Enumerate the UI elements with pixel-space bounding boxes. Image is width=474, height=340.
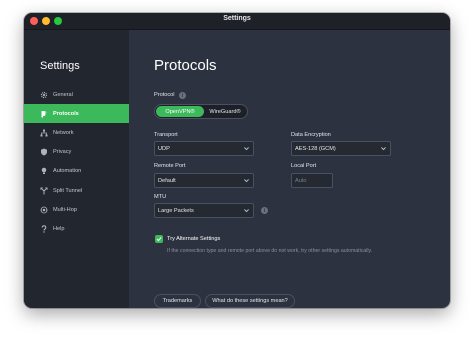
transport-select[interactable]: UDP <box>154 141 254 156</box>
trademarks-button[interactable]: Trademarks <box>154 294 201 308</box>
sidebar-item-network[interactable]: Network <box>24 123 129 142</box>
sidebar-nav: General Protocols Network Privacy Automa… <box>24 85 129 239</box>
sidebar-item-label: Network <box>53 129 74 136</box>
local-port-placeholder: Auto <box>295 177 307 184</box>
title-bar: Settings <box>24 13 450 30</box>
sidebar-item-privacy[interactable]: Privacy <box>24 143 129 162</box>
sidebar-title: Settings <box>40 60 80 72</box>
openvpn-option[interactable]: OpenVPN® <box>156 106 204 117</box>
sidebar-item-label: Protocols <box>53 110 79 117</box>
mtu-value: Large Packets <box>158 207 194 214</box>
checkmark-icon <box>156 237 162 242</box>
page-title: Protocols <box>154 57 217 74</box>
wireguard-option[interactable]: WireGuard® <box>204 106 246 117</box>
chevron-down-icon <box>244 179 249 183</box>
settings-help-button[interactable]: What do these settings mean? <box>205 294 295 308</box>
encryption-value: AES-128 (GCM) <box>295 145 336 152</box>
protocols-panel: Protocols Protocol i OpenVPN® WireGuard®… <box>129 30 450 308</box>
sidebar: Settings General Protocols Network Priva… <box>24 30 129 308</box>
encryption-label: Data Encryption <box>291 132 331 138</box>
protocol-info-icon[interactable]: i <box>179 92 186 99</box>
transport-label: Transport <box>154 132 178 138</box>
sidebar-item-automation[interactable]: Automation <box>24 162 129 181</box>
remote-port-label: Remote Port <box>154 163 186 169</box>
sidebar-item-protocols[interactable]: Protocols <box>24 104 129 124</box>
sidebar-item-label: Automation <box>53 168 82 175</box>
sidebar-item-label: General <box>53 91 73 98</box>
chevron-down-icon <box>244 147 249 151</box>
mtu-info-icon[interactable]: i <box>261 207 268 214</box>
encryption-select[interactable]: AES-128 (GCM) <box>291 141 391 156</box>
network-icon <box>40 129 48 137</box>
protocol-toggle: OpenVPN® WireGuard® <box>154 104 248 119</box>
alternate-settings-hint: If the connection type and remote port a… <box>167 248 373 254</box>
multihop-icon <box>40 206 48 214</box>
chevron-down-icon <box>244 209 249 213</box>
sidebar-item-label: Help <box>53 225 65 232</box>
split-icon <box>40 187 48 195</box>
sidebar-item-general[interactable]: General <box>24 85 129 104</box>
protocols-icon <box>40 110 48 118</box>
alternate-settings-checkbox[interactable] <box>155 235 163 243</box>
settings-window: Settings Settings General Protocols Netw… <box>24 13 450 308</box>
sidebar-item-help[interactable]: Help <box>24 219 129 238</box>
alternate-settings-label[interactable]: Try Alternate Settings <box>167 236 220 242</box>
question-icon <box>40 225 48 233</box>
gear-icon <box>40 91 48 99</box>
local-port-input[interactable]: Auto <box>291 173 333 188</box>
local-port-label: Local Port <box>291 163 317 169</box>
sidebar-item-multi-hop[interactable]: Multi-Hop <box>24 200 129 219</box>
window-title: Settings <box>223 15 251 22</box>
sidebar-item-label: Privacy <box>53 149 72 156</box>
mtu-label: MTU <box>154 194 167 200</box>
remote-port-select[interactable]: Default <box>154 173 254 188</box>
sidebar-item-split-tunnel[interactable]: Split Tunnel <box>24 181 129 200</box>
transport-value: UDP <box>158 145 170 152</box>
bulb-icon <box>40 167 48 175</box>
mtu-select[interactable]: Large Packets <box>154 203 254 218</box>
sidebar-item-label: Split Tunnel <box>53 187 83 194</box>
shield-icon <box>40 148 48 156</box>
chevron-down-icon <box>381 147 386 151</box>
sidebar-item-label: Multi-Hop <box>53 206 77 213</box>
remote-port-value: Default <box>158 177 176 184</box>
protocol-label: Protocol <box>154 92 175 98</box>
